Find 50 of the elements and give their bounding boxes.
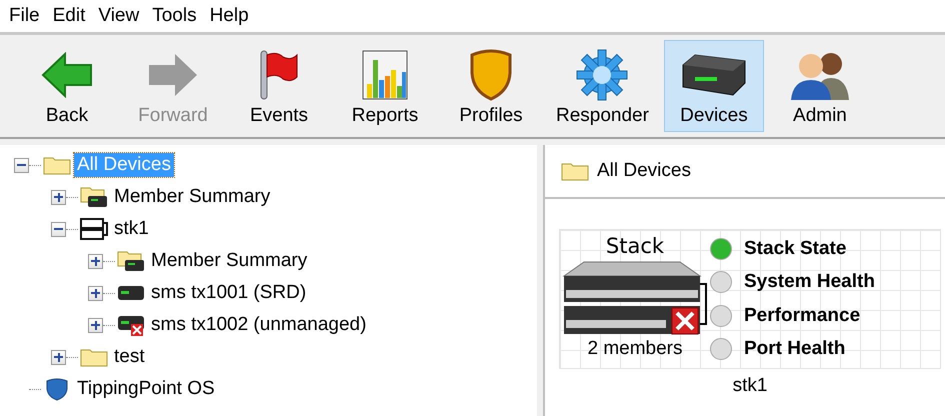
folder-icon: [80, 347, 108, 367]
device-icon: [117, 284, 145, 302]
stack-heading: Stack: [606, 234, 664, 258]
toolbar-button[interactable]: Profiles: [441, 40, 541, 132]
forward-arrow-icon: [147, 52, 199, 98]
collapse-toggle[interactable]: [14, 158, 29, 172]
device-error-icon: [117, 314, 145, 336]
menu-item[interactable]: Edit: [46, 5, 92, 27]
menu-item[interactable]: File: [2, 5, 46, 27]
toolbar-button[interactable]: Admin: [770, 40, 870, 132]
tree-item[interactable]: Member Summary: [148, 249, 310, 273]
status-label: System Health: [744, 271, 875, 294]
member-count: 2 members: [587, 338, 683, 360]
status-label: Performance: [744, 304, 860, 327]
tree-item[interactable]: Member Summary: [111, 185, 274, 209]
toolbar-button[interactable]: Responder: [547, 40, 658, 132]
status-label: Port Health: [744, 338, 846, 360]
menu-item[interactable]: Help: [202, 5, 255, 27]
toolbar-button[interactable]: Events: [229, 40, 329, 132]
bar-chart-icon: [362, 50, 408, 100]
collapse-toggle[interactable]: [51, 222, 66, 236]
status-label: Stack State: [744, 238, 846, 260]
tree-item[interactable]: TippingPoint OS: [74, 377, 218, 401]
users-icon: [788, 50, 851, 100]
folder-icon: [561, 161, 589, 181]
panel-title: All Devices: [597, 160, 691, 182]
folder-device-icon: [117, 250, 145, 272]
expand-toggle[interactable]: [51, 190, 66, 204]
toolbar-button[interactable]: Reports: [335, 40, 435, 132]
gear-icon: [576, 49, 628, 101]
expand-toggle[interactable]: [88, 254, 103, 268]
folder-device-icon: [80, 186, 108, 208]
tree-item[interactable]: sms tx1001 (SRD): [148, 281, 310, 305]
expand-toggle[interactable]: [88, 318, 103, 332]
back-arrow-icon: [41, 52, 93, 98]
toolbar-button[interactable]: Back: [17, 40, 117, 132]
expand-toggle[interactable]: [88, 286, 103, 300]
flag-icon: [259, 49, 299, 101]
toolbar-button[interactable]: Devices: [664, 40, 764, 132]
folder-icon: [43, 155, 71, 175]
tree-item[interactable]: test: [111, 345, 148, 369]
shield-icon: [469, 49, 513, 101]
network-device-icon: [680, 53, 747, 97]
menu-item[interactable]: View: [91, 5, 146, 27]
tree-item[interactable]: sms tx1002 (unmanaged): [148, 313, 370, 337]
menu-item[interactable]: Tools: [145, 5, 203, 27]
stack-icon: [80, 218, 108, 240]
expand-toggle[interactable]: [51, 350, 66, 364]
tree-item[interactable]: stk1: [111, 217, 152, 241]
stack-name: stk1: [732, 375, 768, 396]
